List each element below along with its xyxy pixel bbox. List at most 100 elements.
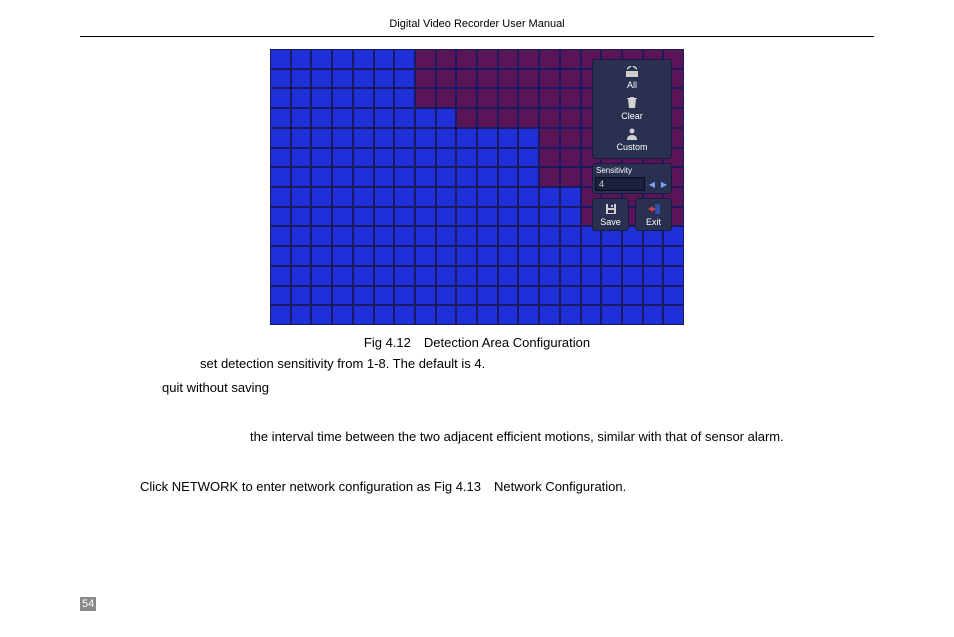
- grid-cell[interactable]: [291, 246, 312, 266]
- grid-cell[interactable]: [539, 207, 560, 227]
- grid-cell[interactable]: [560, 266, 581, 286]
- grid-cell[interactable]: [291, 187, 312, 207]
- grid-cell[interactable]: [291, 286, 312, 306]
- grid-cell[interactable]: [374, 108, 395, 128]
- grid-cell[interactable]: [332, 187, 353, 207]
- grid-cell[interactable]: [601, 266, 622, 286]
- grid-cell[interactable]: [456, 226, 477, 246]
- grid-cell[interactable]: [456, 305, 477, 325]
- grid-cell[interactable]: [498, 266, 519, 286]
- sensitivity-increase-icon[interactable]: ▶: [659, 179, 669, 189]
- grid-cell[interactable]: [518, 286, 539, 306]
- grid-cell[interactable]: [270, 207, 291, 227]
- grid-cell[interactable]: [436, 167, 457, 187]
- grid-cell[interactable]: [560, 226, 581, 246]
- grid-cell[interactable]: [270, 187, 291, 207]
- grid-cell[interactable]: [643, 266, 664, 286]
- grid-cell[interactable]: [518, 226, 539, 246]
- grid-cell[interactable]: [518, 148, 539, 168]
- grid-cell[interactable]: [311, 187, 332, 207]
- grid-cell[interactable]: [436, 148, 457, 168]
- grid-cell[interactable]: [415, 266, 436, 286]
- grid-cell[interactable]: [270, 88, 291, 108]
- grid-cell[interactable]: [353, 88, 374, 108]
- grid-cell[interactable]: [539, 69, 560, 89]
- grid-cell[interactable]: [436, 207, 457, 227]
- grid-cell[interactable]: [663, 266, 684, 286]
- grid-cell[interactable]: [581, 246, 602, 266]
- grid-cell[interactable]: [539, 226, 560, 246]
- grid-cell[interactable]: [622, 305, 643, 325]
- grid-cell[interactable]: [291, 148, 312, 168]
- grid-cell[interactable]: [394, 128, 415, 148]
- grid-cell[interactable]: [539, 167, 560, 187]
- grid-cell[interactable]: [374, 167, 395, 187]
- grid-cell[interactable]: [456, 286, 477, 306]
- grid-cell[interactable]: [311, 49, 332, 69]
- grid-cell[interactable]: [560, 148, 581, 168]
- grid-cell[interactable]: [560, 49, 581, 69]
- grid-cell[interactable]: [456, 246, 477, 266]
- grid-cell[interactable]: [353, 286, 374, 306]
- grid-cell[interactable]: [456, 187, 477, 207]
- grid-cell[interactable]: [560, 69, 581, 89]
- grid-cell[interactable]: [394, 226, 415, 246]
- grid-cell[interactable]: [601, 246, 622, 266]
- grid-cell[interactable]: [581, 305, 602, 325]
- grid-cell[interactable]: [663, 305, 684, 325]
- grid-cell[interactable]: [498, 88, 519, 108]
- grid-cell[interactable]: [539, 187, 560, 207]
- grid-cell[interactable]: [539, 286, 560, 306]
- grid-cell[interactable]: [415, 167, 436, 187]
- grid-cell[interactable]: [311, 286, 332, 306]
- grid-cell[interactable]: [518, 128, 539, 148]
- grid-cell[interactable]: [291, 108, 312, 128]
- grid-cell[interactable]: [291, 207, 312, 227]
- grid-cell[interactable]: [332, 128, 353, 148]
- clear-button[interactable]: Clear: [595, 94, 669, 125]
- grid-cell[interactable]: [663, 286, 684, 306]
- grid-cell[interactable]: [581, 286, 602, 306]
- grid-cell[interactable]: [270, 69, 291, 89]
- grid-cell[interactable]: [291, 128, 312, 148]
- grid-cell[interactable]: [291, 167, 312, 187]
- grid-cell[interactable]: [477, 49, 498, 69]
- grid-cell[interactable]: [477, 286, 498, 306]
- grid-cell[interactable]: [643, 305, 664, 325]
- grid-cell[interactable]: [270, 266, 291, 286]
- grid-cell[interactable]: [518, 305, 539, 325]
- grid-cell[interactable]: [353, 305, 374, 325]
- grid-cell[interactable]: [518, 167, 539, 187]
- grid-cell[interactable]: [436, 128, 457, 148]
- grid-cell[interactable]: [518, 108, 539, 128]
- grid-cell[interactable]: [498, 286, 519, 306]
- grid-cell[interactable]: [539, 49, 560, 69]
- grid-cell[interactable]: [415, 148, 436, 168]
- grid-cell[interactable]: [498, 49, 519, 69]
- grid-cell[interactable]: [353, 49, 374, 69]
- grid-cell[interactable]: [394, 148, 415, 168]
- grid-cell[interactable]: [332, 88, 353, 108]
- grid-cell[interactable]: [270, 305, 291, 325]
- exit-button[interactable]: Exit: [635, 198, 672, 231]
- grid-cell[interactable]: [456, 69, 477, 89]
- grid-cell[interactable]: [456, 108, 477, 128]
- grid-cell[interactable]: [270, 49, 291, 69]
- grid-cell[interactable]: [353, 187, 374, 207]
- grid-cell[interactable]: [539, 246, 560, 266]
- grid-cell[interactable]: [415, 49, 436, 69]
- grid-cell[interactable]: [353, 69, 374, 89]
- grid-cell[interactable]: [518, 187, 539, 207]
- grid-cell[interactable]: [332, 305, 353, 325]
- grid-cell[interactable]: [332, 167, 353, 187]
- grid-cell[interactable]: [456, 148, 477, 168]
- grid-cell[interactable]: [436, 69, 457, 89]
- grid-cell[interactable]: [270, 246, 291, 266]
- grid-cell[interactable]: [539, 108, 560, 128]
- grid-cell[interactable]: [622, 246, 643, 266]
- grid-cell[interactable]: [477, 88, 498, 108]
- grid-cell[interactable]: [436, 88, 457, 108]
- grid-cell[interactable]: [518, 246, 539, 266]
- grid-cell[interactable]: [436, 286, 457, 306]
- grid-cell[interactable]: [498, 305, 519, 325]
